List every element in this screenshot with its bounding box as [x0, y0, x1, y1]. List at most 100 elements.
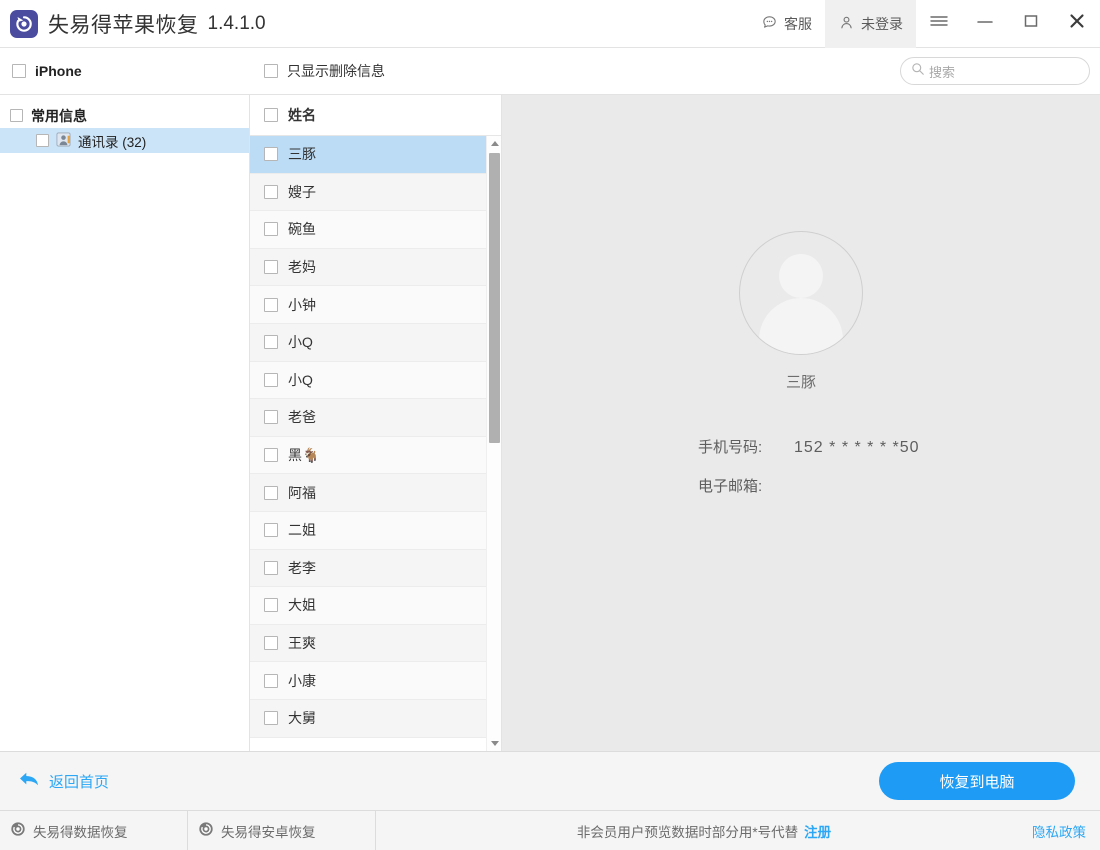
category-tree: 常用信息 通讯录 (32)	[0, 95, 250, 751]
membership-notice: 非会员用户预览数据时部分用*号代替 注册	[376, 811, 1032, 850]
contact-detail-panel: 三豚 手机号码: 152 * * * * * *50 电子邮箱:	[502, 95, 1100, 751]
row-checkbox[interactable]	[264, 147, 278, 161]
row-checkbox[interactable]	[264, 185, 278, 199]
row-checkbox[interactable]	[264, 674, 278, 688]
support-button[interactable]: 客服	[748, 0, 825, 48]
back-to-home-label: 返回首页	[49, 771, 109, 792]
search-placeholder: 搜索	[929, 62, 955, 81]
privacy-policy-area: 隐私政策	[1032, 811, 1100, 850]
contact-list-panel: 姓名 三豚嫂子碗鱼老妈小钟小Q 小Q 老爸黑🐐 阿福二姐老李大姐王爽小康大舅	[250, 95, 502, 751]
minimize-button[interactable]	[962, 0, 1008, 48]
scroll-down-arrow-icon[interactable]	[487, 736, 501, 751]
list-item[interactable]: 黑🐐	[250, 437, 486, 475]
row-checkbox[interactable]	[264, 298, 278, 312]
recover-to-computer-button[interactable]: 恢复到电脑	[879, 762, 1075, 800]
contact-name: 碗鱼	[288, 219, 316, 239]
contact-name: 小康	[288, 671, 316, 691]
deleted-only-checkbox[interactable]	[264, 64, 278, 78]
detail-field-list: 手机号码: 152 * * * * * *50 电子邮箱:	[502, 436, 1100, 514]
device-checkbox[interactable]	[12, 64, 26, 78]
list-item[interactable]: 大姐	[250, 587, 486, 625]
detail-field-label: 电子邮箱:	[698, 475, 780, 496]
search-area: 搜索	[502, 57, 1100, 85]
tree-root-checkbox[interactable]	[10, 109, 23, 122]
list-item[interactable]: 小钟	[250, 286, 486, 324]
product-link-android-recovery[interactable]: 失易得安卓恢复	[188, 811, 376, 850]
row-checkbox[interactable]	[264, 636, 278, 650]
contact-name: 小钟	[288, 295, 316, 315]
list-item[interactable]: 小Q	[250, 362, 486, 400]
tree-child-checkbox[interactable]	[36, 134, 49, 147]
hamburger-menu-icon	[929, 14, 949, 33]
list-item[interactable]: 碗鱼	[250, 211, 486, 249]
detail-field-label: 手机号码:	[698, 436, 780, 457]
contact-name: 大舅	[288, 708, 316, 728]
contact-name: 大姐	[288, 595, 316, 615]
list-scrollbar[interactable]	[486, 136, 501, 751]
product-circle-icon	[198, 821, 214, 840]
list-item[interactable]: 王爽	[250, 625, 486, 663]
list-item[interactable]: 三豚	[250, 136, 486, 174]
contact-name: 王爽	[288, 633, 316, 653]
contact-name: 黑🐐	[288, 445, 319, 465]
product-label: 失易得数据恢复	[33, 821, 128, 841]
row-checkbox[interactable]	[264, 711, 278, 725]
contact-name: 小Q	[288, 370, 313, 390]
register-link[interactable]: 注册	[804, 821, 831, 841]
contact-name: 三豚	[288, 144, 316, 164]
application-window: 失易得苹果恢复 1.4.1.0 客服 未登录	[0, 0, 1100, 850]
contact-name: 小Q	[288, 332, 313, 352]
row-checkbox[interactable]	[264, 222, 278, 236]
list-item[interactable]: 小康	[250, 662, 486, 700]
row-checkbox[interactable]	[264, 486, 278, 500]
close-button[interactable]	[1054, 0, 1100, 48]
back-to-home-button[interactable]: 返回首页	[18, 770, 109, 793]
row-checkbox[interactable]	[264, 373, 278, 387]
row-checkbox[interactable]	[264, 448, 278, 462]
device-label: iPhone	[35, 63, 82, 79]
search-input[interactable]: 搜索	[900, 57, 1090, 85]
select-all-checkbox[interactable]	[264, 108, 278, 122]
scroll-up-arrow-icon[interactable]	[487, 136, 501, 151]
detail-field-value: 152 * * * * * *50	[794, 439, 920, 457]
user-person-icon	[838, 14, 855, 34]
deleted-only-filter[interactable]: 只显示删除信息	[250, 61, 502, 81]
support-label: 客服	[784, 14, 812, 34]
list-item[interactable]: 嫂子	[250, 174, 486, 212]
device-filter[interactable]: iPhone	[0, 63, 250, 79]
maximize-icon	[1022, 13, 1040, 34]
chat-bubble-icon	[761, 14, 778, 34]
app-title: 失易得苹果恢复	[48, 9, 199, 39]
list-item[interactable]: 大舅	[250, 700, 486, 738]
row-checkbox[interactable]	[264, 335, 278, 349]
back-arrow-icon	[18, 770, 40, 793]
scrollbar-thumb[interactable]	[489, 153, 500, 443]
product-circle-icon	[10, 821, 26, 840]
column-header-name: 姓名	[288, 105, 316, 125]
list-item[interactable]: 小Q	[250, 324, 486, 362]
row-checkbox[interactable]	[264, 598, 278, 612]
row-checkbox[interactable]	[264, 410, 278, 424]
list-item[interactable]: 老爸	[250, 399, 486, 437]
list-item[interactable]: 阿福	[250, 474, 486, 512]
account-button[interactable]: 未登录	[825, 0, 916, 48]
contact-name: 阿福	[288, 483, 316, 503]
contact-rows: 三豚嫂子碗鱼老妈小钟小Q 小Q 老爸黑🐐 阿福二姐老李大姐王爽小康大舅	[250, 136, 486, 751]
search-magnifier-icon	[911, 62, 925, 81]
row-checkbox[interactable]	[264, 561, 278, 575]
product-link-data-recovery[interactable]: 失易得数据恢复	[0, 811, 188, 850]
detail-contact-name: 三豚	[786, 371, 816, 392]
row-checkbox[interactable]	[264, 260, 278, 274]
list-item[interactable]: 老妈	[250, 249, 486, 287]
tree-item-contacts[interactable]: 通讯录 (32)	[0, 128, 249, 153]
row-checkbox[interactable]	[264, 523, 278, 537]
default-contact-avatar-icon	[739, 231, 863, 355]
product-label: 失易得安卓恢复	[221, 821, 316, 841]
list-item[interactable]: 老李	[250, 550, 486, 588]
privacy-policy-link[interactable]: 隐私政策	[1032, 821, 1086, 841]
menu-button[interactable]	[916, 0, 962, 48]
list-item[interactable]: 二姐	[250, 512, 486, 550]
maximize-button[interactable]	[1008, 0, 1054, 48]
tree-item-common-info[interactable]: 常用信息	[0, 103, 249, 128]
contact-name: 老李	[288, 558, 316, 578]
